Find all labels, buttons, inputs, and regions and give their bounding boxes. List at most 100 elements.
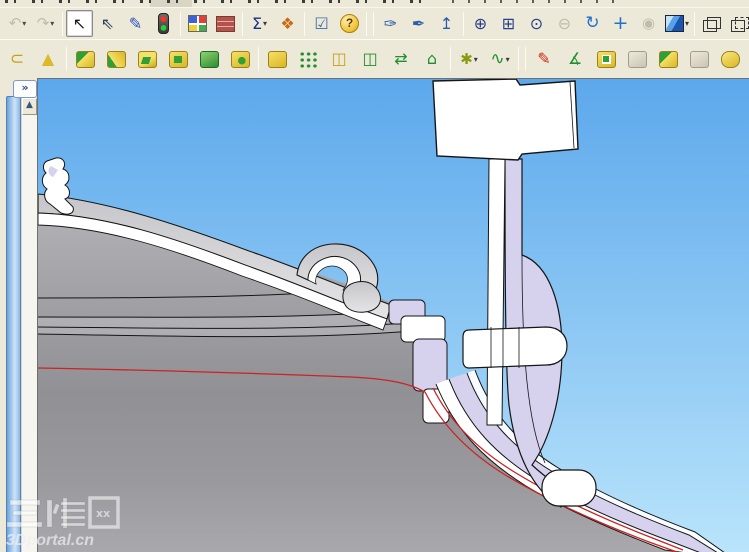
merge-icon[interactable]: ⌂ <box>417 44 447 75</box>
menu-text-fragments-right <box>452 0 622 3</box>
shell-disabled-icon-glyph <box>689 50 709 68</box>
view-previous-icon[interactable]: ✒ <box>405 10 432 37</box>
smart-select-icon[interactable]: ⇖ <box>94 10 121 37</box>
reorient-view-icon[interactable]: ↥ <box>433 10 460 37</box>
toolbar-features: ⊂ ▲ ◫ ◫ ⇄ ⌂ ✱ ▾ ∿ ▾ ✎ ∡ <box>0 39 749 78</box>
undo-icon-dropdown[interactable]: ▾ <box>22 19 26 28</box>
toolbar-separator <box>694 11 696 36</box>
analysis-search-icon[interactable]: ❖ <box>274 10 301 37</box>
application-window: ↶▾↷▾↖⇖✎Σ▾❖☑?✑✒↥⊕⊞⊙⊖↻+◉▾» ⊂▲◫◫⇄⌂✱▾∿▾✎∡ ▲ … <box>0 0 749 552</box>
hole-disabled-icon-glyph <box>627 50 647 68</box>
sweep-icon[interactable] <box>132 44 162 75</box>
menu-bar-cutoff[interactable] <box>0 0 749 7</box>
sketch-3d-icon-glyph: ✎ <box>537 49 551 68</box>
zoom-window-icon-glyph: ⊞ <box>501 13 516 33</box>
mirror-icon-glyph: ◫ <box>331 49 347 68</box>
spline-style-icon-dropdown[interactable]: ▾ <box>506 55 510 64</box>
zoom-in-icon[interactable]: ⊕ <box>467 10 494 37</box>
blend-icon[interactable] <box>163 44 193 75</box>
wedge-feature-icon[interactable] <box>194 44 224 75</box>
undo-icon-glyph: ↶ <box>8 14 22 32</box>
toolbar-separator <box>304 11 305 36</box>
scroll-up-button[interactable]: ▲ <box>22 98 37 115</box>
extrude-icon[interactable] <box>70 44 100 75</box>
copy-mirror-icon-glyph: ◫ <box>362 49 378 68</box>
toolbar-separator <box>463 11 464 36</box>
datum-point-icon-glyph: ✱ <box>460 49 473 68</box>
shell-icon[interactable] <box>653 44 683 75</box>
hole-disabled-icon[interactable] <box>622 44 652 75</box>
hidden-line-display-icon[interactable] <box>726 10 749 37</box>
surface-feature-icon[interactable] <box>225 44 255 75</box>
sketch-pencil-icon[interactable]: ✎ <box>122 10 149 37</box>
wireframe-display-icon[interactable] <box>698 10 725 37</box>
appearance-palette-icon[interactable] <box>184 10 211 37</box>
toolbar-separator <box>525 47 526 71</box>
toolbar-separator <box>258 47 259 71</box>
shell-disabled-icon[interactable] <box>684 44 714 75</box>
toolbar-separator <box>66 47 67 71</box>
view-manager-icon-dropdown[interactable]: ▾ <box>685 19 689 28</box>
point-array-icon[interactable] <box>293 44 323 75</box>
pattern-icon[interactable] <box>262 44 292 75</box>
toolbar-separator <box>518 47 519 71</box>
revolve-icon-glyph <box>106 50 126 68</box>
hidden-line-display-icon-glyph <box>730 16 749 32</box>
datum-point-icon-dropdown[interactable]: ▾ <box>474 55 478 64</box>
round-icon-glyph <box>720 50 740 68</box>
redo-icon[interactable]: ↷ ▾ <box>32 10 59 37</box>
round-icon[interactable] <box>715 44 745 75</box>
datum-point-icon[interactable]: ✱ ▾ <box>454 44 484 75</box>
measure-sigma-icon[interactable]: Σ ▾ <box>246 10 273 37</box>
view-manager-icon-glyph <box>665 15 684 32</box>
vertical-scrollbar[interactable]: ▲ <box>21 98 37 552</box>
mirror-icon[interactable]: ◫ <box>324 44 354 75</box>
measure-sigma-icon-dropdown[interactable]: ▾ <box>263 19 267 28</box>
refit-icon[interactable]: ◉ <box>635 10 662 37</box>
sketch-3d-icon[interactable]: ✎ <box>529 44 559 75</box>
3d-viewport[interactable] <box>37 78 749 552</box>
redo-icon-dropdown[interactable]: ▾ <box>50 19 54 28</box>
revolve-icon[interactable] <box>101 44 131 75</box>
spline-style-icon[interactable]: ∿ ▾ <box>485 44 515 75</box>
spline-style-icon-glyph: ∿ <box>490 48 505 69</box>
point-array-icon-glyph <box>298 50 318 68</box>
merge-icon-glyph: ⌂ <box>426 49 438 68</box>
help-icon-glyph: ? <box>340 14 359 33</box>
pan-icon[interactable]: + <box>607 10 634 37</box>
navigator-sash[interactable] <box>6 96 21 552</box>
navigator-expand-button[interactable]: » <box>13 80 37 98</box>
zoom-window-icon[interactable]: ⊞ <box>495 10 522 37</box>
hole-icon[interactable] <box>591 44 621 75</box>
extrude-icon-glyph <box>75 50 95 68</box>
regenerate-traffic-light-icon[interactable] <box>150 10 177 37</box>
view-fly-icon[interactable]: ✑ <box>377 10 404 37</box>
spring-tool-icon[interactable]: ⊂ <box>2 44 32 75</box>
select-arrow-icon[interactable]: ↖ <box>66 10 93 37</box>
navigator-rail: ▲ » <box>0 78 37 552</box>
copy-mirror-icon[interactable]: ◫ <box>355 44 385 75</box>
spring-tool-icon-glyph: ⊂ <box>9 48 25 69</box>
bell-revolve-icon[interactable]: ▲ <box>33 44 63 75</box>
pan-icon-glyph: + <box>612 12 629 34</box>
layer-bricks-icon[interactable] <box>212 10 239 37</box>
repaint-icon[interactable]: ↻ <box>579 10 606 37</box>
datum-axis-icon-glyph: ∡ <box>567 49 583 68</box>
zoom-out-icon-glyph: ⊖ <box>557 13 572 33</box>
swap-icon[interactable]: ⇄ <box>386 44 416 75</box>
help-icon[interactable]: ? <box>336 10 363 37</box>
toolbar-separator <box>373 11 374 36</box>
toolbar-top: ↶▾↷▾↖⇖✎Σ▾❖☑?✑✒↥⊕⊞⊙⊖↻+◉▾» <box>0 7 749 40</box>
undo-icon[interactable]: ↶ ▾ <box>4 10 31 37</box>
stem-white-strip <box>486 158 506 426</box>
datum-axis-icon[interactable]: ∡ <box>560 44 590 75</box>
sketch-pencil-icon-glyph: ✎ <box>128 13 143 33</box>
view-manager-icon[interactable]: ▾ <box>663 10 691 37</box>
options-checklist-icon[interactable]: ☑ <box>308 10 335 37</box>
zoom-out-icon[interactable]: ⊖ <box>551 10 578 37</box>
repaint-icon-glyph: ↻ <box>585 13 600 33</box>
zoom-dynamic-icon[interactable]: ⊙ <box>523 10 550 37</box>
zoom-in-icon-glyph: ⊕ <box>473 13 488 33</box>
surface-feature-icon-glyph <box>230 50 250 68</box>
layer-bricks-icon-glyph <box>216 15 235 32</box>
